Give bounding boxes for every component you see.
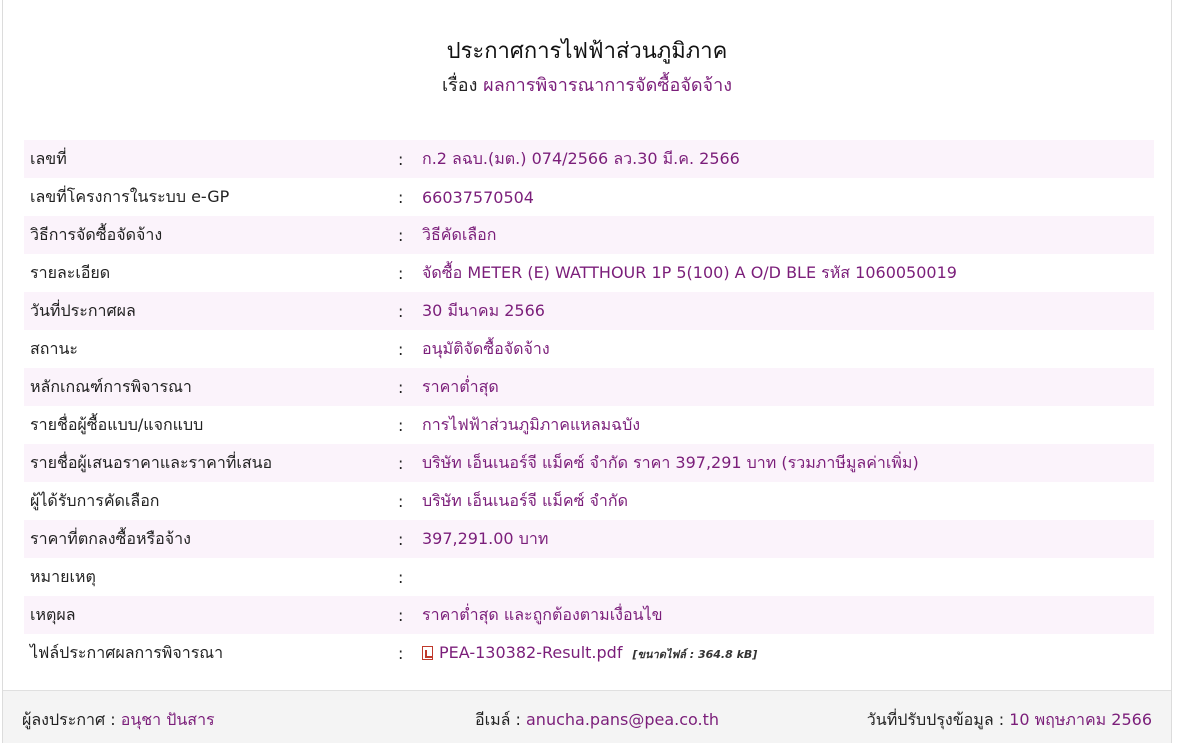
row-colon: : bbox=[398, 529, 404, 549]
row-value: 30 มีนาคม 2566 bbox=[422, 300, 545, 320]
detail-row: วิธีการจัดซื้อจัดจ้าง : วิธีคัดเลือก bbox=[24, 216, 1154, 254]
updated-date: 10 พฤษภาคม 2566 bbox=[1009, 710, 1152, 729]
file-size: [ขนาดไฟล์ : 364.8 kB] bbox=[632, 648, 758, 661]
email-link[interactable]: anucha.pans@pea.co.th bbox=[526, 710, 719, 729]
email-info: อีเมล์ : anucha.pans@pea.co.th bbox=[475, 708, 719, 733]
page-subtitle: เรื่อง ผลการพิจารณาการจัดซื้อจัดจ้าง bbox=[3, 70, 1171, 99]
detail-row: วันที่ประกาศผล : 30 มีนาคม 2566 bbox=[24, 292, 1154, 330]
row-value: การไฟฟ้าส่วนภูมิภาคแหลมฉบัง bbox=[422, 414, 641, 434]
row-value: 397,291.00 บาท bbox=[422, 528, 549, 548]
row-label: เลขที่โครงการในระบบ e-GP bbox=[30, 186, 230, 206]
row-value: บริษัท เอ็นเนอร์จี แม็คซ์ จำกัด ราคา 397… bbox=[422, 452, 919, 472]
row-label: ไฟล์ประกาศผลการพิจารณา bbox=[30, 642, 224, 662]
detail-row: เหตุผล : ราคาต่ำสุด และถูกต้องตามเงื่อนไ… bbox=[24, 596, 1154, 634]
row-colon: : bbox=[398, 301, 404, 321]
row-colon: : bbox=[398, 339, 404, 359]
row-label: หมายเหตุ bbox=[30, 566, 96, 586]
detail-row: รายละเอียด : จัดซื้อ METER (E) WATTHOUR … bbox=[24, 254, 1154, 292]
row-colon: : bbox=[398, 567, 404, 587]
row-colon: : bbox=[398, 605, 404, 625]
detail-row: เลขที่โครงการในระบบ e-GP : 66037570504 bbox=[24, 178, 1154, 216]
row-label: รายชื่อผู้ซื้อแบบ/แจกแบบ bbox=[30, 414, 204, 434]
row-label: สถานะ bbox=[30, 338, 78, 358]
row-label: วันที่ประกาศผล bbox=[30, 300, 136, 320]
detail-row: หมายเหตุ : bbox=[24, 558, 1154, 596]
detail-row: เลขที่ : ก.2 ลฉบ.(มต.) 074/2566 ลว.30 มี… bbox=[24, 140, 1154, 178]
detail-row: รายชื่อผู้เสนอราคาและราคาที่เสนอ : บริษั… bbox=[24, 444, 1154, 482]
detail-row: ราคาที่ตกลงซื้อหรือจ้าง : 397,291.00 บาท bbox=[24, 520, 1154, 558]
subject-prefix: เรื่อง bbox=[441, 75, 478, 96]
row-label: รายละเอียด bbox=[30, 262, 111, 282]
announcement-panel: ประกาศการไฟฟ้าส่วนภูมิภาค เรื่อง ผลการพิ… bbox=[2, 0, 1172, 743]
detail-row: ผู้ได้รับการคัดเลือก : บริษัท เอ็นเนอร์จ… bbox=[24, 482, 1154, 520]
row-colon: : bbox=[398, 263, 404, 283]
announcer-name: อนุชา ปันสาร bbox=[120, 710, 215, 729]
pdf-file-icon[interactable] bbox=[422, 646, 433, 660]
row-label: วิธีการจัดซื้อจัดจ้าง bbox=[30, 224, 163, 244]
row-label: ผู้ได้รับการคัดเลือก bbox=[30, 490, 160, 510]
file-link[interactable]: PEA-130382-Result.pdf [ขนาดไฟล์ : 364.8 k… bbox=[422, 643, 757, 663]
detail-table: เลขที่ : ก.2 ลฉบ.(มต.) 074/2566 ลว.30 มี… bbox=[24, 140, 1154, 672]
row-value: ราคาต่ำสุด และถูกต้องตามเงื่อนไข bbox=[422, 604, 663, 624]
updated-info: วันที่ปรับปรุงข้อมูล : 10 พฤษภาคม 2566 bbox=[867, 708, 1152, 733]
row-value: จัดซื้อ METER (E) WATTHOUR 1P 5(100) A O… bbox=[422, 262, 957, 282]
row-value: ราคาต่ำสุด bbox=[422, 376, 499, 396]
row-colon: : bbox=[398, 453, 404, 473]
row-label: ราคาที่ตกลงซื้อหรือจ้าง bbox=[30, 528, 191, 548]
row-colon: : bbox=[398, 491, 404, 511]
footer-bar: ผู้ลงประกาศ : อนุชา ปันสาร อีเมล์ : anuc… bbox=[3, 690, 1171, 743]
detail-row: หลักเกณฑ์การพิจารณา : ราคาต่ำสุด bbox=[24, 368, 1154, 406]
announcer-info: ผู้ลงประกาศ : อนุชา ปันสาร bbox=[22, 708, 215, 733]
row-label: หลักเกณฑ์การพิจารณา bbox=[30, 376, 192, 396]
row-value: วิธีคัดเลือก bbox=[422, 224, 497, 244]
announcer-label: ผู้ลงประกาศ : bbox=[22, 710, 116, 729]
row-label: รายชื่อผู้เสนอราคาและราคาที่เสนอ bbox=[30, 452, 273, 472]
row-value: 66037570504 bbox=[422, 187, 534, 207]
row-colon: : bbox=[398, 187, 404, 207]
row-label: เหตุผล bbox=[30, 604, 76, 624]
row-value: ก.2 ลฉบ.(มต.) 074/2566 ลว.30 มี.ค. 2566 bbox=[422, 148, 740, 168]
detail-row: สถานะ : อนุมัติจัดซื้อจัดจ้าง bbox=[24, 330, 1154, 368]
row-label: เลขที่ bbox=[30, 148, 67, 168]
page-title: ประกาศการไฟฟ้าส่วนภูมิภาค bbox=[446, 39, 728, 64]
file-name[interactable]: PEA-130382-Result.pdf bbox=[439, 643, 622, 662]
file-row: ไฟล์ประกาศผลการพิจารณา : PEA-130382-Resu… bbox=[24, 634, 1154, 672]
row-colon: : bbox=[398, 377, 404, 397]
row-colon: : bbox=[398, 643, 404, 663]
subject-text: ผลการพิจารณาการจัดซื้อจัดจ้าง bbox=[483, 75, 733, 96]
email-label: อีเมล์ : bbox=[475, 710, 521, 729]
row-colon: : bbox=[398, 149, 404, 169]
updated-label: วันที่ปรับปรุงข้อมูล : bbox=[866, 710, 1005, 729]
row-colon: : bbox=[398, 415, 404, 435]
row-value: อนุมัติจัดซื้อจัดจ้าง bbox=[422, 338, 550, 358]
detail-row: รายชื่อผู้ซื้อแบบ/แจกแบบ : การไฟฟ้าส่วนภ… bbox=[24, 406, 1154, 444]
row-colon: : bbox=[398, 225, 404, 245]
row-value: บริษัท เอ็นเนอร์จี แม็คซ์ จำกัด bbox=[422, 490, 628, 510]
